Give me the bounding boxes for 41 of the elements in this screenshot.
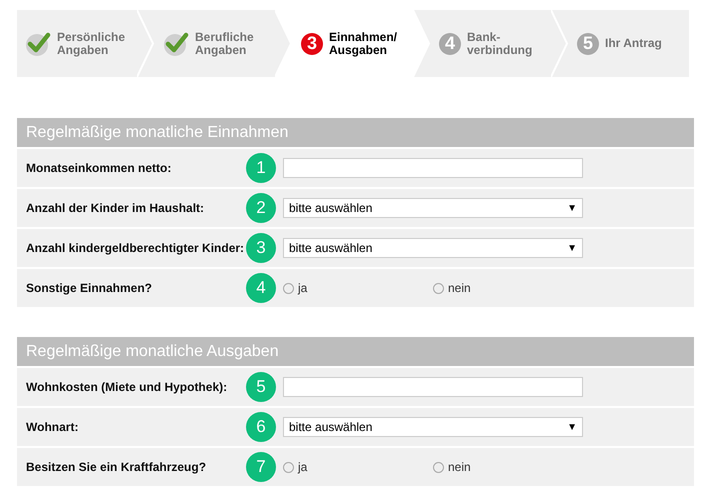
checkmark-icon bbox=[25, 30, 51, 56]
radio-icon[interactable] bbox=[283, 462, 294, 472]
step-label: Bank- verbindung bbox=[467, 30, 532, 56]
step-number: 4 bbox=[439, 32, 461, 54]
field-label: Wohnart: bbox=[25, 420, 80, 434]
step-label: Ihr Antrag bbox=[605, 37, 662, 50]
field-label: Anzahl der Kinder im Haushalt: bbox=[25, 201, 206, 215]
checkmark-icon bbox=[163, 30, 189, 56]
step-badge: 3 bbox=[246, 233, 276, 263]
section-header: Regelmäßige monatliche Ausgaben bbox=[17, 337, 694, 366]
radio-icon[interactable] bbox=[283, 282, 294, 294]
field-label: Sonstige Einnahmen? bbox=[25, 281, 154, 295]
step-number: 5 bbox=[577, 32, 599, 54]
radio-option[interactable]: nein bbox=[433, 460, 583, 474]
dropdown[interactable]: bitte auswählen ▼ bbox=[283, 417, 583, 437]
step-badge: 4 bbox=[246, 273, 276, 303]
step-badge: 7 bbox=[246, 452, 276, 482]
step-badge: 1 bbox=[246, 153, 276, 183]
step-badge: 6 bbox=[246, 412, 276, 442]
field-label: Besitzen Sie ein Kraftfahrzeug? bbox=[25, 460, 208, 474]
wizard-step[interactable]: 5 Ihr Antrag bbox=[569, 10, 689, 77]
input-field[interactable] bbox=[283, 377, 583, 397]
dropdown[interactable]: bitte auswählen ▼ bbox=[283, 238, 583, 258]
field-label: Monatseinkommen netto: bbox=[25, 161, 172, 175]
step-label: Einnahmen/ Ausgaben bbox=[329, 30, 398, 56]
step-label: Berufliche Angaben bbox=[195, 30, 254, 56]
radio-option[interactable]: ja bbox=[283, 460, 433, 474]
step-label: Persönliche Angaben bbox=[57, 30, 126, 56]
radio-icon[interactable] bbox=[433, 462, 444, 472]
field-label: Anzahl kindergeldberechtigter Kinder: bbox=[25, 241, 246, 255]
step-badge: 2 bbox=[246, 193, 276, 223]
step-number: 3 bbox=[301, 32, 323, 54]
section-header: Regelmäßige monatliche Einnahmen bbox=[17, 118, 694, 147]
radio-option[interactable]: ja bbox=[283, 281, 433, 295]
step-badge: 5 bbox=[246, 372, 276, 402]
dropdown[interactable]: bitte auswählen ▼ bbox=[283, 198, 583, 218]
input-field[interactable] bbox=[283, 158, 583, 178]
field-label: Wohnkosten (Miete und Hypothek): bbox=[25, 380, 228, 394]
radio-icon[interactable] bbox=[433, 282, 444, 294]
radio-option[interactable]: nein bbox=[433, 281, 583, 295]
wizard-step[interactable]: Persönliche Angaben bbox=[17, 10, 137, 77]
